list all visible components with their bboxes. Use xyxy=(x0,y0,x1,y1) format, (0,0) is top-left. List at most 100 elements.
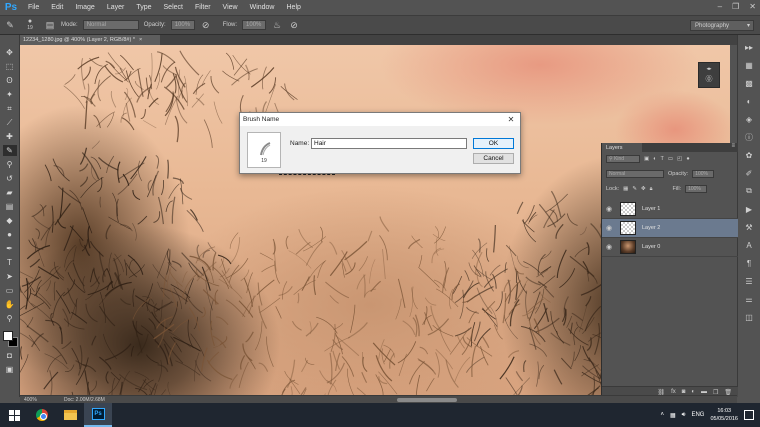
mode-select[interactable]: Normal xyxy=(82,20,139,30)
document-tab-close[interactable]: × xyxy=(139,37,142,43)
filter-type-icon[interactable]: T xyxy=(661,156,664,162)
ok-button[interactable]: OK xyxy=(473,138,514,149)
foreground-color-swatch[interactable] xyxy=(2,331,13,341)
document-info[interactable]: Doc: 2.00M/2.68M xyxy=(60,397,105,403)
airbrush-icon[interactable]: ♨ xyxy=(271,19,283,31)
filter-shape-icon[interactable]: ▭ xyxy=(668,156,673,162)
eraser-tool-icon[interactable]: ▰ xyxy=(3,187,17,198)
color-panel-icon[interactable]: ▦ xyxy=(743,59,755,71)
lock-transparent-icon[interactable]: ▦ xyxy=(623,186,628,192)
brush-preset-picker[interactable]: ● 19 xyxy=(21,18,39,31)
layers-panel-icon[interactable]: ◫ xyxy=(743,311,755,323)
lasso-tool-icon[interactable]: ʘ xyxy=(3,75,17,86)
actions-panel-icon[interactable]: ▶ xyxy=(743,203,755,215)
visibility-eye-icon[interactable]: ◉ xyxy=(602,224,616,232)
menu-window[interactable]: Window xyxy=(244,4,281,11)
language-indicator[interactable]: ENG xyxy=(691,412,704,418)
clock[interactable]: 16:03 05/05/2016 xyxy=(710,407,738,423)
layer-fill-field[interactable]: 100% xyxy=(685,185,708,193)
start-button[interactable] xyxy=(0,403,28,427)
chevron-up-icon[interactable]: ˄ xyxy=(660,412,664,418)
menu-layer[interactable]: Layer xyxy=(101,4,131,11)
brush-tool-preset-icon[interactable]: ✎ xyxy=(4,19,16,31)
volume-icon[interactable]: 🔊︎ xyxy=(682,412,686,419)
character-panel-icon[interactable]: A xyxy=(743,239,755,251)
menu-type[interactable]: Type xyxy=(130,4,157,11)
blur-tool-icon[interactable]: ◆ xyxy=(3,215,17,226)
close-window-button[interactable]: ✕ xyxy=(749,2,756,11)
brush-panel-icon[interactable]: ✐ xyxy=(743,167,755,179)
info-panel-icon[interactable]: ⓘ xyxy=(743,131,755,143)
notifications-icon[interactable] xyxy=(744,410,754,420)
layer-row-layer-0[interactable]: ◉ Layer 0 xyxy=(602,238,738,257)
minimize-button[interactable]: – xyxy=(718,2,722,11)
brush-panel-toggle-icon[interactable]: ▤ xyxy=(44,19,56,31)
collapsed-panel-button[interactable]: ◂▸ ⓪ xyxy=(698,62,720,88)
lock-pixels-icon[interactable]: ✎ xyxy=(632,186,637,192)
layers-tab[interactable]: Layers xyxy=(602,143,642,152)
document-tab[interactable]: 12234_1280.jpg @ 400% (Layer 2, RGB/8#) … xyxy=(20,35,160,45)
cancel-button[interactable]: Cancel xyxy=(473,153,514,164)
lock-all-icon[interactable]: 🔒︎ xyxy=(650,186,653,193)
network-icon[interactable]: ▦ xyxy=(670,412,676,419)
menu-view[interactable]: View xyxy=(217,4,244,11)
gradient-tool-icon[interactable]: ▤ xyxy=(3,201,17,212)
filter-kind-select[interactable]: ⚲ Kind xyxy=(606,155,640,163)
brush-name-input[interactable] xyxy=(311,138,467,149)
workspace-select[interactable]: Photography ▾ xyxy=(690,20,754,31)
menu-filter[interactable]: Filter xyxy=(189,4,217,11)
dodge-tool-icon[interactable]: ● xyxy=(3,229,17,240)
layer-opacity-field[interactable]: 100% xyxy=(692,170,715,178)
menu-file[interactable]: File xyxy=(22,4,45,11)
move-tool-icon[interactable]: ✥ xyxy=(3,47,17,58)
visibility-eye-icon[interactable]: ◉ xyxy=(602,243,616,251)
panel-menu-icon[interactable]: ≡ xyxy=(731,143,735,149)
history-panel-icon[interactable]: ⧉ xyxy=(743,185,755,197)
blend-mode-select[interactable]: Normal xyxy=(606,170,664,178)
horizontal-scrollbar[interactable] xyxy=(397,398,457,402)
styles-panel-icon[interactable]: ◈ xyxy=(743,113,755,125)
adjustments-panel-icon[interactable]: ◐ xyxy=(743,95,755,107)
layer-row-layer-2[interactable]: ◉ Layer 2 xyxy=(602,219,738,238)
swatches-panel-icon[interactable]: ▩ xyxy=(743,77,755,89)
clone-stamp-tool-icon[interactable]: ⚲ xyxy=(3,159,17,170)
adjust-levels-icon[interactable]: ⚌ xyxy=(743,293,755,305)
menu-help[interactable]: Help xyxy=(281,4,307,11)
shape-tool-icon[interactable]: ▭ xyxy=(3,285,17,296)
menu-image[interactable]: Image xyxy=(69,4,100,11)
dialog-close-button[interactable]: ✕ xyxy=(506,114,516,124)
filter-pixel-icon[interactable]: ▣ xyxy=(644,156,649,162)
restore-button[interactable]: ❐ xyxy=(732,2,739,11)
layer-row-layer-1[interactable]: ◉ Layer 1 xyxy=(602,200,738,219)
screen-mode-icon[interactable]: ▣ xyxy=(3,364,17,375)
filter-smart-icon[interactable]: ◰ xyxy=(677,156,682,162)
filter-toggle-icon[interactable]: ● xyxy=(686,156,689,162)
marquee-tool-icon[interactable]: ⬚ xyxy=(3,61,17,72)
panel-collapse-icon[interactable]: ▸▸ xyxy=(743,41,755,53)
history-brush-tool-icon[interactable]: ↺ xyxy=(3,173,17,184)
zoom-tool-icon[interactable]: ⚲ xyxy=(3,313,17,324)
crop-tool-icon[interactable]: ⌗ xyxy=(3,103,17,114)
tool-presets-icon[interactable]: ⚒ xyxy=(743,221,755,233)
opacity-field[interactable]: 100% xyxy=(170,20,195,30)
path-selection-tool-icon[interactable]: ➤ xyxy=(3,271,17,282)
pressure-size-icon[interactable]: ⊘ xyxy=(288,19,300,31)
pen-tool-icon[interactable]: ✒ xyxy=(3,243,17,254)
visibility-eye-icon[interactable]: ◉ xyxy=(602,205,616,213)
pressure-opacity-icon[interactable]: ⊘ xyxy=(200,19,212,31)
healing-brush-tool-icon[interactable]: ✚ xyxy=(3,131,17,142)
type-tool-icon[interactable]: T xyxy=(3,257,17,268)
lock-position-icon[interactable]: ✥ xyxy=(641,186,646,192)
brush-tool-icon[interactable]: ✎ xyxy=(2,145,17,156)
properties-panel-icon[interactable]: ☰ xyxy=(743,275,755,287)
flow-field[interactable]: 100% xyxy=(242,20,267,30)
taskbar-photoshop[interactable]: Ps xyxy=(84,403,112,427)
filter-adjustment-icon[interactable]: ◐ xyxy=(653,156,656,162)
paragraph-panel-icon[interactable]: ¶ xyxy=(743,257,755,269)
eyedropper-tool-icon[interactable]: ⟋ xyxy=(3,117,17,128)
menu-edit[interactable]: Edit xyxy=(45,4,69,11)
menu-select[interactable]: Select xyxy=(158,4,189,11)
zoom-level[interactable]: 400% xyxy=(20,397,60,403)
quick-selection-tool-icon[interactable]: ✦ xyxy=(3,89,17,100)
taskbar-chrome[interactable] xyxy=(28,403,56,427)
